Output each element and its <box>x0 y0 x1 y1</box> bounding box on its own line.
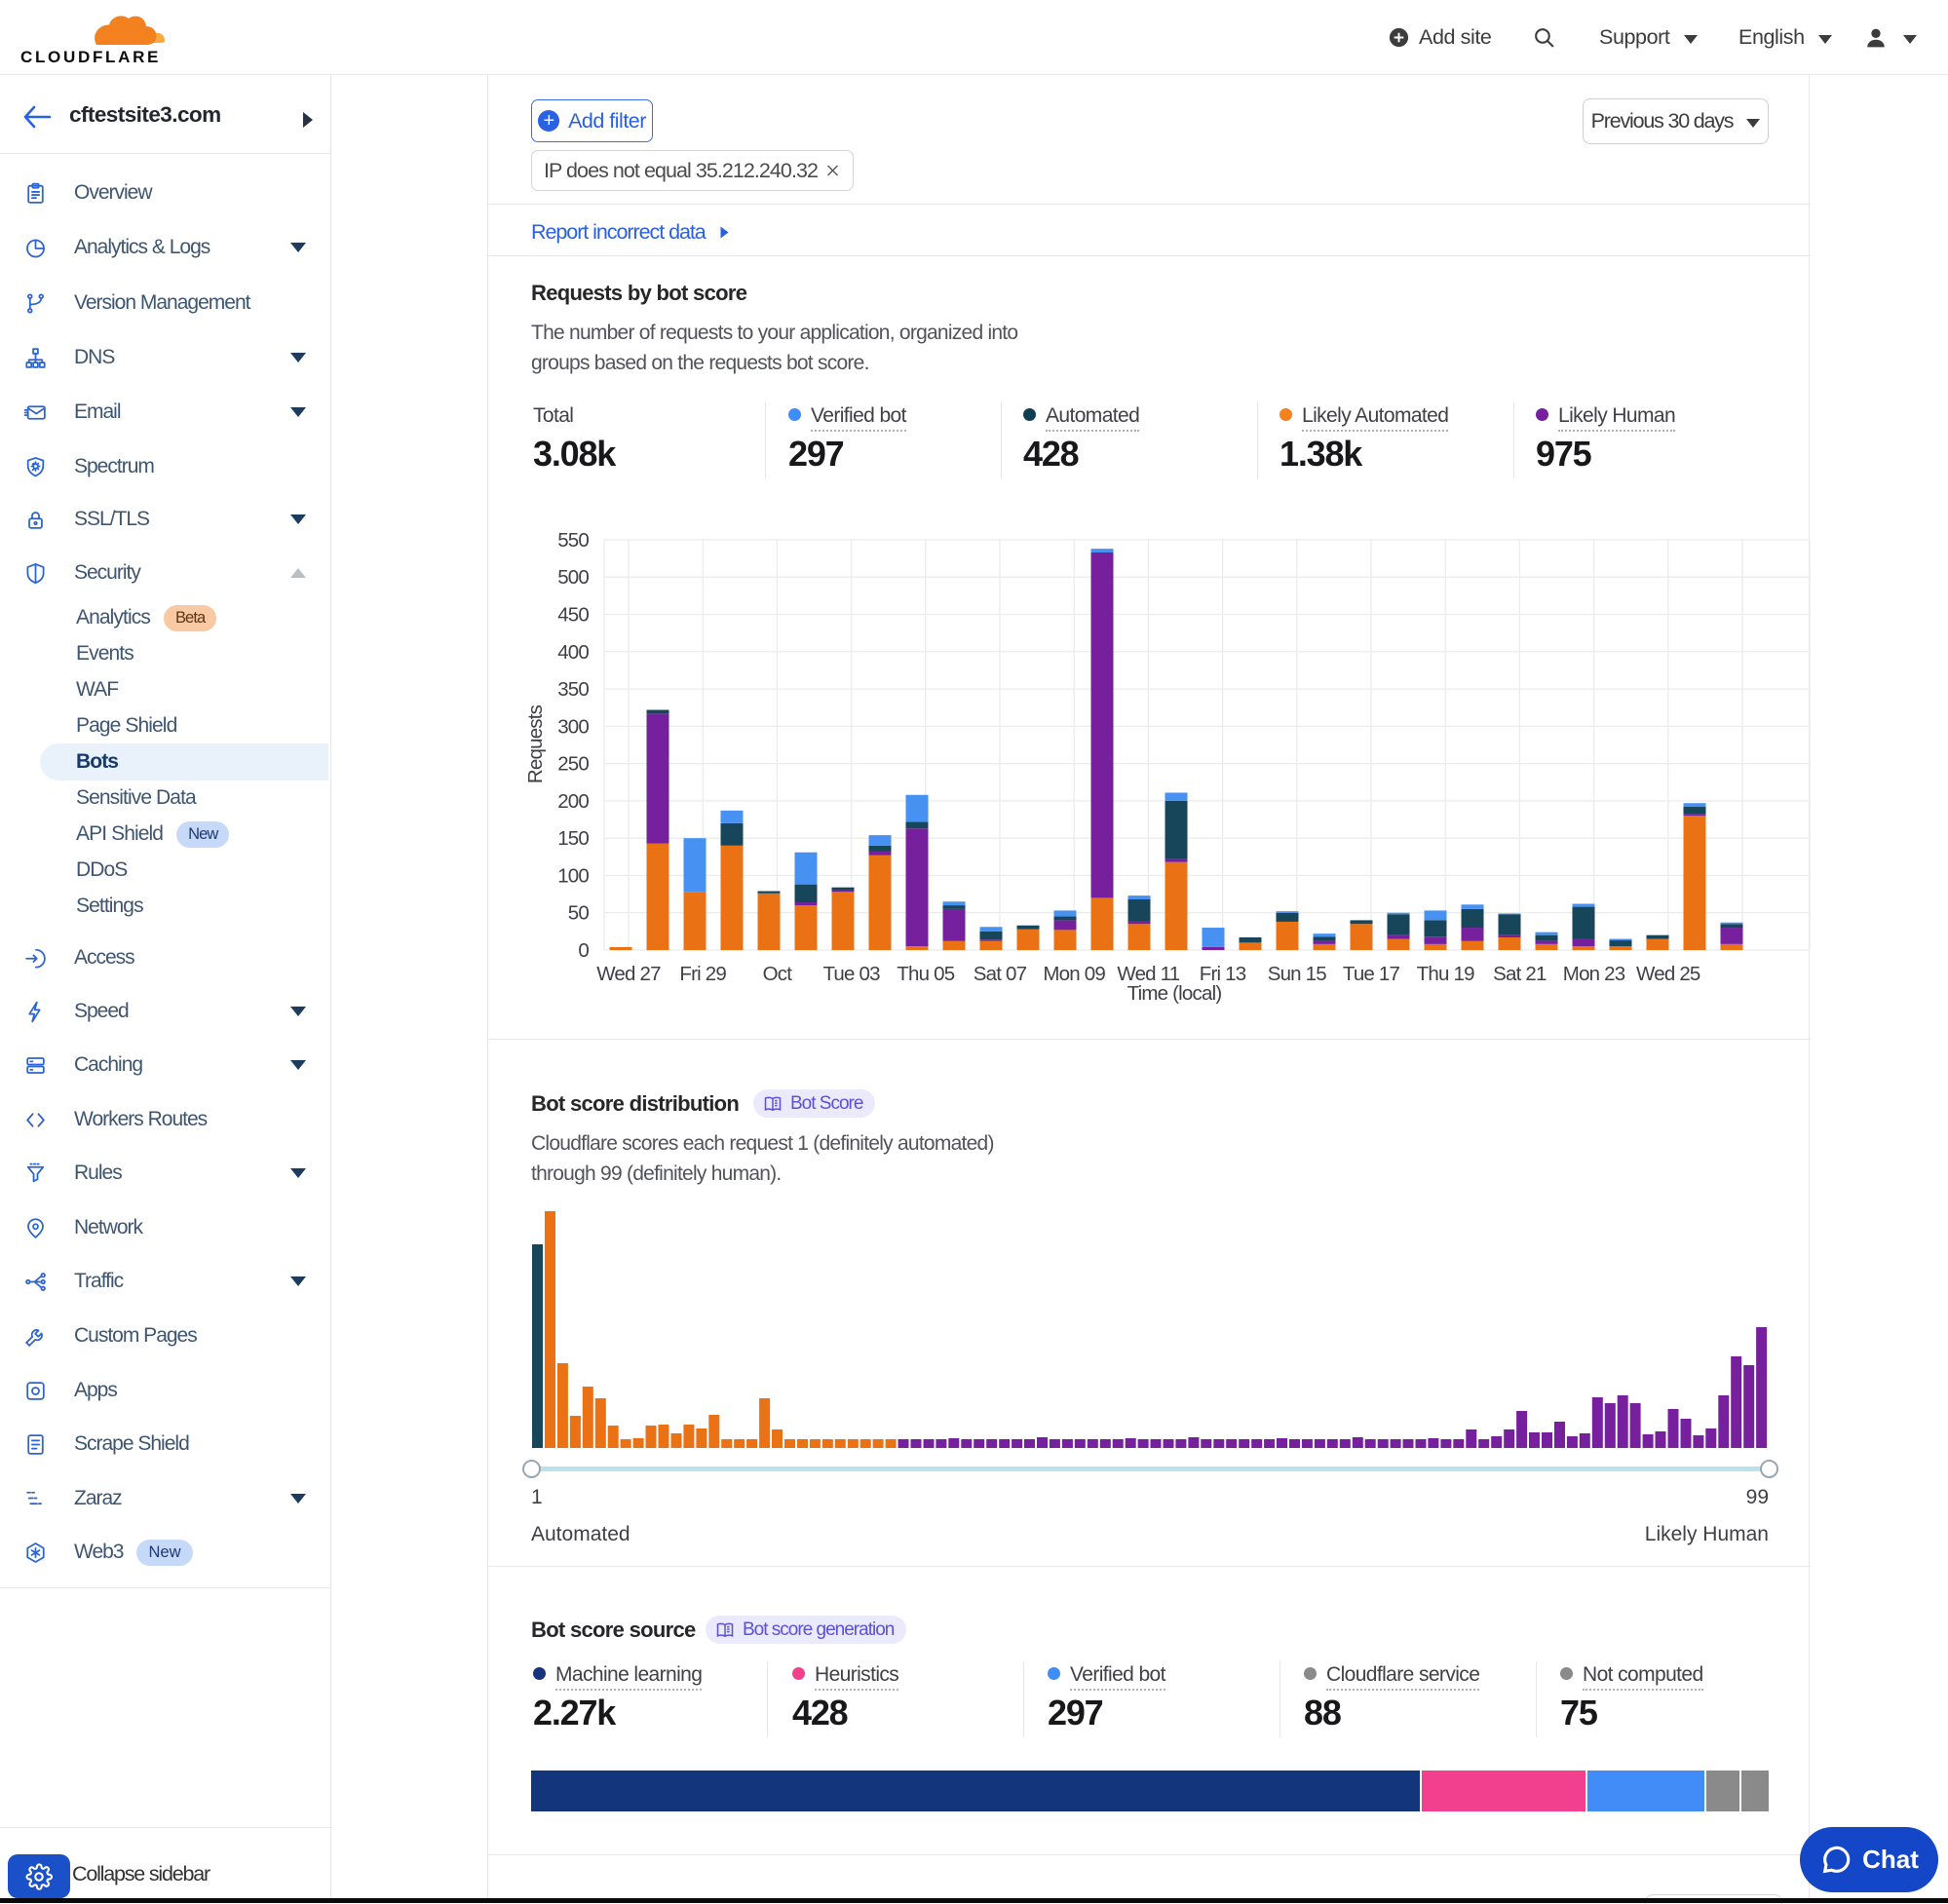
svg-text:Wed 25: Wed 25 <box>1636 963 1700 985</box>
svg-text:0: 0 <box>578 939 589 962</box>
svg-text:Fri 29: Fri 29 <box>679 963 726 985</box>
svg-text:550: 550 <box>557 529 589 552</box>
svg-text:150: 150 <box>557 827 589 850</box>
svg-text:Sat 21: Sat 21 <box>1493 963 1547 985</box>
svg-text:500: 500 <box>557 566 589 589</box>
svg-text:300: 300 <box>557 715 589 738</box>
svg-text:Tue 03: Tue 03 <box>822 963 880 985</box>
svg-text:Wed 27: Wed 27 <box>596 963 661 985</box>
svg-text:Fri 13: Fri 13 <box>1199 963 1245 985</box>
svg-text:Thu 19: Thu 19 <box>1416 963 1473 985</box>
svg-text:Sun 15: Sun 15 <box>1267 963 1326 985</box>
svg-text:Oct: Oct <box>762 963 792 985</box>
svg-text:Requests: Requests <box>524 704 547 783</box>
svg-text:100: 100 <box>557 865 589 888</box>
svg-text:CLOUDFLARE: CLOUDFLARE <box>20 48 161 66</box>
svg-text:400: 400 <box>557 641 589 664</box>
svg-text:50: 50 <box>567 902 589 925</box>
svg-text:Thu 05: Thu 05 <box>897 963 954 985</box>
svg-text:450: 450 <box>557 604 589 627</box>
svg-text:Wed 11: Wed 11 <box>1117 963 1179 985</box>
svg-text:Tue 17: Tue 17 <box>1342 963 1399 985</box>
svg-text:200: 200 <box>557 790 589 813</box>
svg-text:Sat 07: Sat 07 <box>973 963 1026 985</box>
svg-text:Mon 23: Mon 23 <box>1562 963 1624 985</box>
svg-text:350: 350 <box>557 678 589 701</box>
svg-text:250: 250 <box>557 753 589 776</box>
svg-text:Mon 09: Mon 09 <box>1043 963 1105 985</box>
svg-text:Time (local): Time (local) <box>1127 982 1221 1005</box>
